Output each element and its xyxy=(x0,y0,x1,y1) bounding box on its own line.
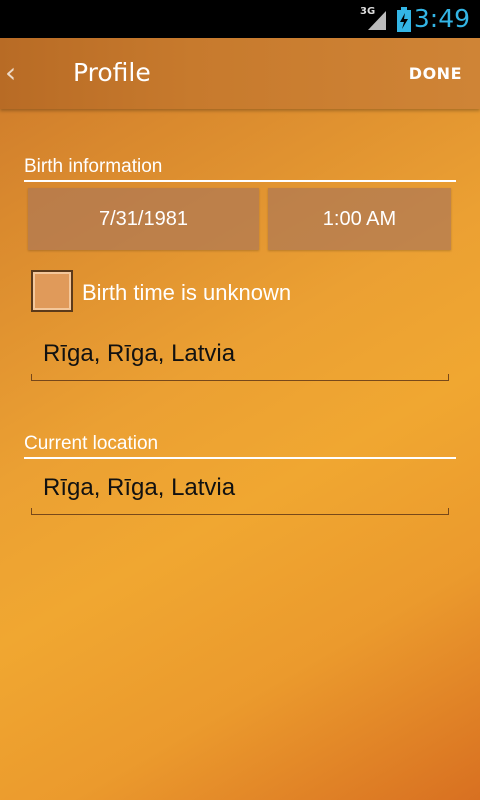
signal-icon xyxy=(368,11,386,30)
action-bar: ‹ Profile DONE xyxy=(0,38,480,109)
current-location-field[interactable]: Rīga, Rīga, Latvia xyxy=(31,468,449,515)
chevron-left-icon: ‹ xyxy=(5,56,17,89)
back-button[interactable]: ‹ xyxy=(0,38,60,109)
birth-date-picker[interactable]: 7/31/1981 xyxy=(28,188,259,250)
status-clock: 3:49 xyxy=(413,4,470,33)
page-title: Profile xyxy=(73,58,151,87)
status-bar: 3G 3:49 xyxy=(0,0,480,38)
birth-information-header: Birth information xyxy=(24,156,456,182)
current-location-value: Rīga, Rīga, Latvia xyxy=(43,474,236,501)
battery-charging-icon xyxy=(397,7,411,32)
birth-time-unknown-label[interactable]: Birth time is unknown xyxy=(82,280,291,306)
done-button[interactable]: DONE xyxy=(409,64,462,83)
birth-location-value: Rīga, Rīga, Latvia xyxy=(43,340,236,367)
birth-time-unknown-checkbox[interactable] xyxy=(31,270,73,312)
current-location-header: Current location xyxy=(24,433,456,459)
birth-location-field[interactable]: Rīga, Rīga, Latvia xyxy=(31,334,449,381)
birth-time-picker[interactable]: 1:00 AM xyxy=(268,188,451,250)
